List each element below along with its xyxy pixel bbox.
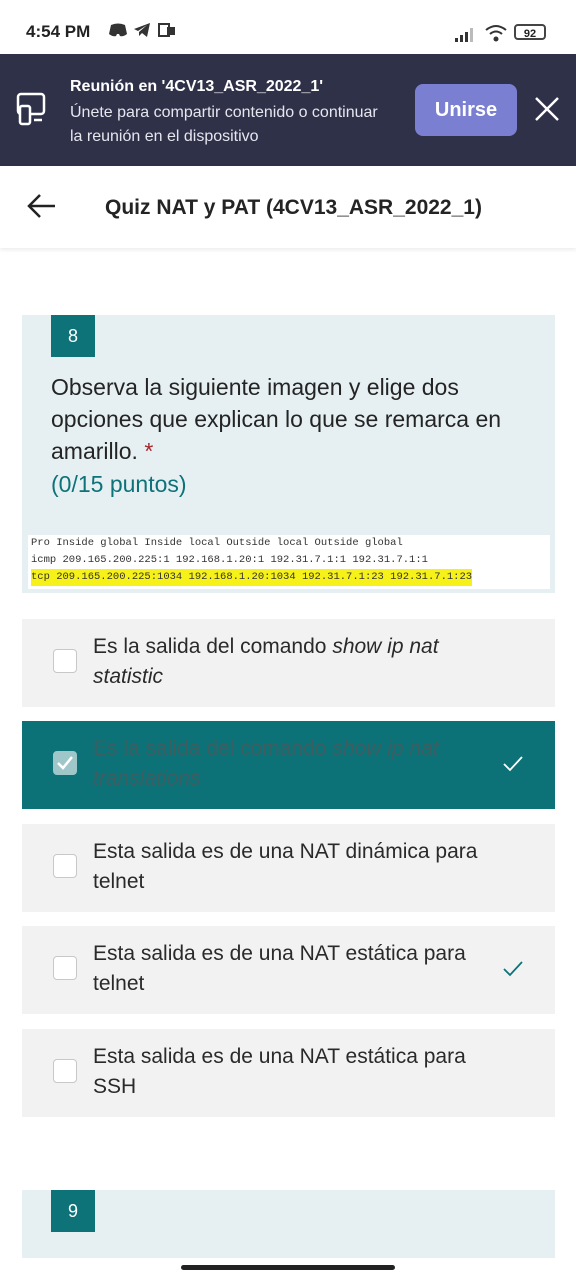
option-4[interactable]: Esta salida es de una NAT estática para … xyxy=(22,926,555,1014)
question-number: 8 xyxy=(51,315,95,357)
app-header: Quiz NAT y PAT (4CV13_ASR_2022_1) xyxy=(0,166,576,248)
checkbox[interactable] xyxy=(53,956,77,980)
question-text: Observa la siguiente imagen y elige dos … xyxy=(51,371,531,467)
status-bar: 4:54 PM 92 xyxy=(0,0,576,54)
signal-icon xyxy=(455,26,477,46)
outlook-icon xyxy=(158,22,176,42)
option-3[interactable]: Esta salida es de una NAT dinámica para … xyxy=(22,824,555,912)
option-text: Es la salida del comando xyxy=(93,737,333,760)
option-label: Esta salida es de una NAT estática para … xyxy=(93,1045,466,1098)
option-5[interactable]: Esta salida es de una NAT estática para … xyxy=(22,1029,555,1117)
code-line: icmp 209.165.200.225:1 192.168.1.20:1 19… xyxy=(31,554,428,566)
close-icon[interactable] xyxy=(530,92,564,126)
option-text: Es la salida del comando xyxy=(93,635,333,658)
correct-check-icon xyxy=(502,755,524,773)
correct-check-icon xyxy=(502,960,524,978)
banner-message: Únete para compartir contenido o continu… xyxy=(70,104,378,145)
question-number: 9 xyxy=(51,1190,95,1232)
checkbox-checked[interactable] xyxy=(53,751,77,775)
code-line-highlighted: tcp 209.165.200.225:1034 192.168.1.20:10… xyxy=(31,569,473,586)
option-label: Esta salida es de una NAT estática para … xyxy=(93,942,466,995)
option-label: Esta salida es de una NAT dinámica para … xyxy=(93,840,478,893)
question-card-next: 9 xyxy=(22,1190,555,1258)
banner-title: Reunión en '4CV13_ASR_2022_1' xyxy=(70,78,324,95)
gesture-nav-bar[interactable] xyxy=(181,1265,395,1270)
option-label: Es la salida del comando show ip nat tra… xyxy=(93,734,493,794)
checkbox[interactable] xyxy=(53,649,77,673)
page-title: Quiz NAT y PAT (4CV13_ASR_2022_1) xyxy=(105,196,482,219)
wifi-icon xyxy=(484,24,508,46)
question-text-body: Observa la siguiente imagen y elige dos … xyxy=(51,374,502,464)
required-mark: * xyxy=(144,438,154,464)
checkbox[interactable] xyxy=(53,854,77,878)
option-2[interactable]: Es la salida del comando show ip nat tra… xyxy=(22,721,555,809)
back-arrow-icon[interactable] xyxy=(26,193,58,219)
code-line: Pro Inside global Inside local Outside l… xyxy=(31,537,403,549)
discord-icon xyxy=(108,22,128,42)
question-points: (0/15 puntos) xyxy=(51,471,187,497)
battery-indicator: 92 xyxy=(514,24,546,40)
question-card: 8 Observa la siguiente imagen y elige do… xyxy=(22,315,555,593)
option-1[interactable]: Es la salida del comando show ip nat sta… xyxy=(22,619,555,707)
checkbox[interactable] xyxy=(53,1059,77,1083)
clock: 4:54 PM xyxy=(26,22,91,41)
join-button[interactable]: Unirse xyxy=(415,84,517,136)
meeting-banner: Reunión en '4CV13_ASR_2022_1' Únete para… xyxy=(0,54,576,166)
device-cast-icon xyxy=(16,92,48,131)
option-label: Es la salida del comando show ip nat sta… xyxy=(93,632,493,692)
telegram-icon xyxy=(133,22,151,42)
nat-table-image: Pro Inside global Inside local Outside l… xyxy=(28,535,550,589)
